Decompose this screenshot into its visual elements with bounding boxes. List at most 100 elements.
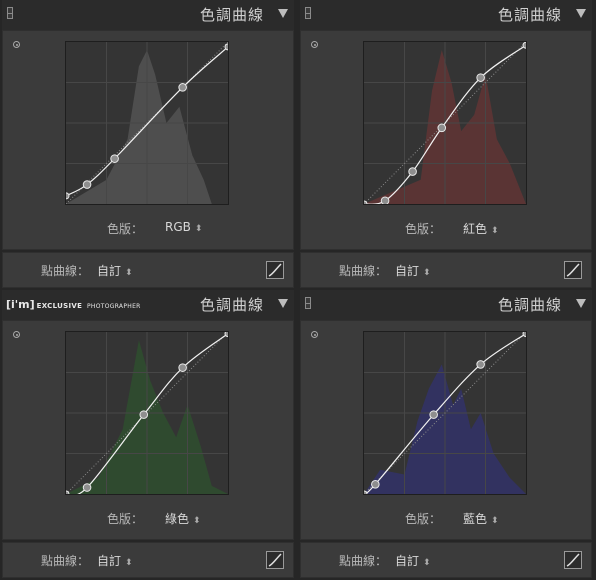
- channel-label: 色版：: [107, 512, 144, 526]
- channel-row: 色版： 綠色 ⬍: [3, 508, 295, 528]
- point-curve-label: 點曲線：: [41, 554, 90, 568]
- collapse-triangle-icon[interactable]: [278, 299, 288, 308]
- targeted-adjustment-icon[interactable]: [311, 331, 318, 338]
- curve-svg[interactable]: [66, 332, 228, 494]
- point-curve-select[interactable]: 自訂 ⬍: [97, 552, 133, 569]
- updown-caret-icon: ⬍: [491, 226, 499, 236]
- point-curve-value: 自訂: [395, 554, 420, 568]
- panel-body: 色版： RGB ⬍: [2, 30, 294, 250]
- curve-svg[interactable]: [66, 42, 228, 204]
- point-curve-value: 自訂: [395, 264, 420, 278]
- updown-caret-icon: ⬍: [125, 558, 133, 568]
- channel-label: 色版：: [405, 222, 442, 236]
- point-curve-select[interactable]: 自訂 ⬍: [97, 262, 133, 279]
- channel-select[interactable]: RGB ⬍: [165, 220, 202, 234]
- panel-header[interactable]: 色調曲線: [2, 0, 294, 30]
- point-curve-value: 自訂: [97, 554, 122, 568]
- panel-footer: 點曲線： 自訂 ⬍: [300, 542, 592, 578]
- curve-graph[interactable]: [363, 41, 527, 205]
- panel-body: 色版： 綠色 ⬍: [2, 320, 294, 540]
- channel-row: 色版： 藍色 ⬍: [301, 508, 593, 528]
- curve-svg[interactable]: [364, 42, 526, 204]
- curve-control-point[interactable]: [110, 154, 119, 163]
- edit-point-curve-button[interactable]: [564, 551, 582, 569]
- panel-title: 色調曲線: [497, 296, 562, 314]
- channel-value: 綠色: [165, 512, 190, 526]
- channel-value: RGB: [165, 220, 191, 234]
- targeted-adjustment-icon[interactable]: [13, 331, 20, 338]
- panel-footer: 點曲線： 自訂 ⬍: [300, 252, 592, 288]
- panel-body: 色版： 紅色 ⬍: [300, 30, 592, 250]
- collapse-triangle-icon[interactable]: [576, 9, 586, 18]
- panel-toggle-icon[interactable]: [305, 7, 311, 19]
- curve-edit-icon: [268, 553, 282, 567]
- curve-svg[interactable]: [364, 332, 526, 494]
- brand-logo: [i'm] EXCLUSIVE PHOTOGRAPHER: [6, 298, 141, 311]
- point-curve-select[interactable]: 自訂 ⬍: [395, 552, 431, 569]
- curve-control-point[interactable]: [522, 332, 526, 338]
- curve-control-point[interactable]: [476, 73, 485, 82]
- panel-title: 色調曲線: [497, 6, 562, 24]
- curve-control-point[interactable]: [139, 410, 149, 419]
- panel-footer: 點曲線： 自訂 ⬍: [2, 542, 294, 578]
- curve-control-point[interactable]: [224, 332, 228, 338]
- panel-header[interactable]: [i'm] EXCLUSIVE PHOTOGRAPHER 色調曲線: [2, 290, 294, 320]
- curve-control-point[interactable]: [178, 83, 187, 92]
- tone-curve-panel-rgb: 色調曲線 色版： RGB ⬍ 點曲線： 自訂 ⬍: [2, 0, 294, 288]
- channel-select[interactable]: 綠色 ⬍: [165, 510, 201, 527]
- edit-point-curve-button[interactable]: [266, 551, 284, 569]
- curve-control-point[interactable]: [371, 479, 380, 489]
- curve-control-point[interactable]: [178, 363, 187, 372]
- point-curve-label: 點曲線：: [339, 264, 388, 278]
- panel-toggle-icon[interactable]: [305, 297, 311, 309]
- collapse-triangle-icon[interactable]: [576, 299, 586, 308]
- channel-value: 紅色: [463, 222, 488, 236]
- edit-point-curve-button[interactable]: [266, 261, 284, 279]
- tone-curve-panel-green: [i'm] EXCLUSIVE PHOTOGRAPHER 色調曲線 色版： 綠色 ⬍…: [2, 290, 294, 578]
- updown-caret-icon: ⬍: [125, 268, 133, 278]
- updown-caret-icon: ⬍: [423, 558, 431, 568]
- channel-value: 藍色: [463, 512, 488, 526]
- edit-point-curve-button[interactable]: [564, 261, 582, 279]
- curve-control-point[interactable]: [522, 42, 526, 49]
- curve-edit-icon: [566, 263, 580, 277]
- channel-label: 色版：: [405, 512, 442, 526]
- targeted-adjustment-icon[interactable]: [13, 41, 20, 48]
- curve-control-point[interactable]: [82, 180, 92, 189]
- curve-control-point[interactable]: [476, 360, 485, 369]
- point-curve-label: 點曲線：: [339, 554, 388, 568]
- panel-header[interactable]: 色調曲線: [300, 290, 592, 320]
- tone-curve-panel-blue: 色調曲線 色版： 藍色 ⬍ 點曲線： 自訂 ⬍: [300, 290, 592, 578]
- channel-select[interactable]: 紅色 ⬍: [463, 220, 499, 237]
- curve-graph[interactable]: [65, 331, 229, 495]
- panel-title: 色調曲線: [199, 6, 264, 24]
- panel-body: 色版： 藍色 ⬍: [300, 320, 592, 540]
- updown-caret-icon: ⬍: [491, 516, 499, 526]
- channel-row: 色版： RGB ⬍: [3, 218, 295, 238]
- channel-label: 色版：: [107, 222, 144, 236]
- curve-graph[interactable]: [65, 41, 229, 205]
- updown-caret-icon: ⬍: [193, 516, 201, 526]
- curve-control-point[interactable]: [380, 196, 390, 204]
- panel-title: 色調曲線: [199, 296, 264, 314]
- point-curve-label: 點曲線：: [41, 264, 90, 278]
- targeted-adjustment-icon[interactable]: [311, 41, 318, 48]
- channel-select[interactable]: 藍色 ⬍: [463, 510, 499, 527]
- curve-control-point[interactable]: [429, 410, 438, 419]
- curve-control-point[interactable]: [66, 192, 70, 200]
- point-curve-value: 自訂: [97, 264, 122, 278]
- updown-caret-icon: ⬍: [423, 268, 431, 278]
- curve-graph[interactable]: [363, 331, 527, 495]
- curve-control-point[interactable]: [82, 483, 92, 492]
- collapse-triangle-icon[interactable]: [278, 9, 288, 18]
- point-curve-select[interactable]: 自訂 ⬍: [395, 262, 431, 279]
- curve-control-point[interactable]: [437, 123, 447, 133]
- curve-control-point[interactable]: [408, 167, 417, 176]
- panel-header[interactable]: 色調曲線: [300, 0, 592, 30]
- curve-edit-icon: [268, 263, 282, 277]
- curve-edit-icon: [566, 553, 580, 567]
- updown-caret-icon: ⬍: [194, 224, 203, 234]
- curve-control-point[interactable]: [224, 43, 228, 51]
- channel-row: 色版： 紅色 ⬍: [301, 218, 593, 238]
- panel-toggle-icon[interactable]: [7, 7, 13, 19]
